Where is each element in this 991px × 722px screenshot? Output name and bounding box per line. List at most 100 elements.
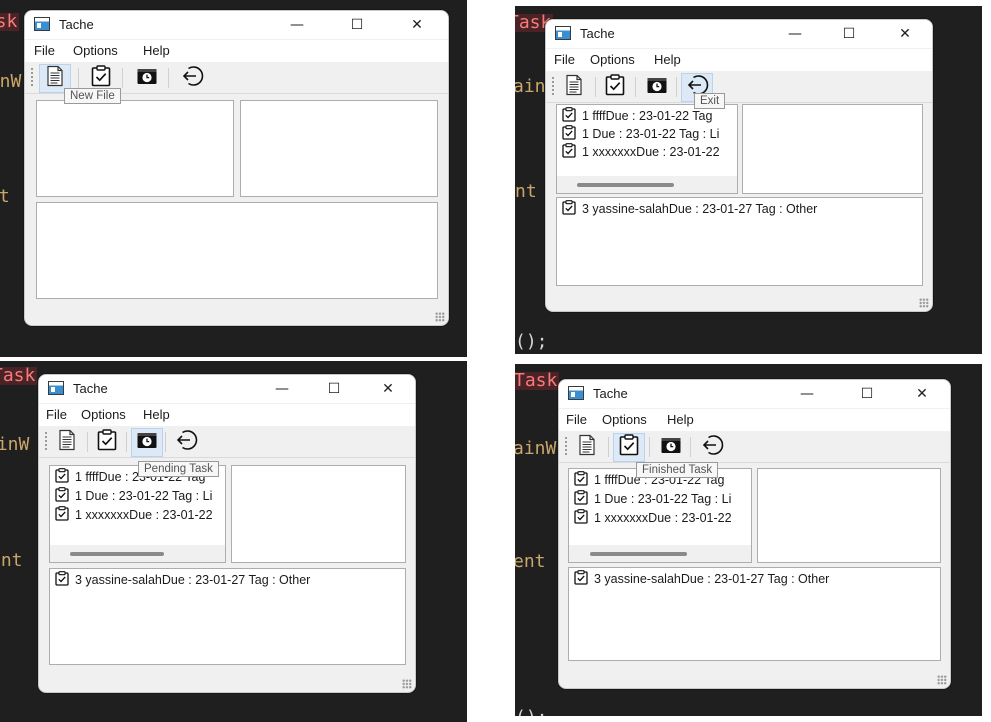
close-button[interactable]: ✕ — [899, 380, 945, 408]
new-file-button[interactable] — [571, 433, 603, 462]
document-icon — [44, 65, 66, 92]
in-progress-list[interactable] — [240, 100, 438, 197]
toolbar-separator — [649, 437, 650, 457]
menu-file[interactable]: File — [554, 52, 575, 67]
horizontal-scrollbar[interactable] — [50, 545, 225, 562]
horizontal-scrollbar[interactable] — [569, 545, 751, 562]
toolbar-handle[interactable] — [552, 77, 554, 97]
list-item[interactable]: 1 xxxxxxxDue : 23-01-22 — [55, 506, 213, 524]
todo-list[interactable]: 1 ffffDue : 23-01-22 Tag 1 Due : 23-01-2… — [49, 465, 226, 563]
code-fragment: nt — [515, 181, 537, 202]
todo-list[interactable]: 1 ffffDue : 23-01-22 Tag 1 Due : 23-01-2… — [568, 468, 752, 563]
toolbar-handle[interactable] — [31, 68, 33, 88]
scrollbar-thumb[interactable] — [590, 552, 687, 556]
menu-help[interactable]: Help — [143, 407, 170, 422]
clipboard-check-icon — [55, 571, 69, 589]
pending-task-button[interactable] — [131, 428, 163, 457]
code-fragment: ainW — [515, 438, 557, 459]
menu-help[interactable]: Help — [143, 43, 170, 58]
list-item[interactable]: 1 Due : 23-01-22 Tag : Li — [55, 487, 212, 505]
minimize-button[interactable]: — — [274, 11, 320, 39]
list-item[interactable]: 1 Due : 23-01-22 Tag : Li — [574, 490, 731, 508]
app-window-4: Tache — ☐ ✕ File Options Help 1 ffffDue … — [558, 379, 951, 689]
todo-list[interactable] — [36, 100, 234, 197]
exit-button[interactable] — [176, 64, 208, 93]
document-icon — [563, 74, 585, 101]
in-progress-list[interactable] — [742, 104, 923, 194]
app-window-3: Tache — ☐ ✕ File Options Help 1 ffffDue … — [38, 374, 416, 693]
scrollbar-thumb[interactable] — [70, 552, 164, 556]
list-item[interactable]: 3 yassine-salahDue : 23-01-27 Tag : Othe… — [562, 200, 817, 218]
menu-help[interactable]: Help — [667, 412, 694, 427]
title-bar[interactable]: Tache — ☐ ✕ — [559, 380, 950, 408]
minimize-button[interactable]: — — [259, 375, 305, 403]
menu-options[interactable]: Options — [73, 43, 118, 58]
menu-options[interactable]: Options — [81, 407, 126, 422]
list-item[interactable]: 1 ffffDue : 23-01-22 Tag — [562, 107, 712, 125]
clipboard-check-icon — [574, 490, 588, 508]
menu-file[interactable]: File — [566, 412, 587, 427]
done-list[interactable]: 3 yassine-salahDue : 23-01-27 Tag : Othe… — [568, 567, 941, 661]
list-item[interactable]: 3 yassine-salahDue : 23-01-27 Tag : Othe… — [574, 570, 829, 588]
exit-button[interactable] — [170, 428, 202, 457]
exit-arrow-icon — [174, 428, 198, 457]
menu-help[interactable]: Help — [654, 52, 681, 67]
menu-bar: File Options Help — [546, 49, 932, 71]
exit-button[interactable] — [696, 433, 728, 462]
toolbar-separator — [165, 432, 166, 452]
maximize-button[interactable]: ☐ — [844, 380, 890, 408]
resize-grip[interactable] — [937, 675, 947, 685]
resize-grip[interactable] — [435, 312, 445, 322]
pending-task-button[interactable] — [641, 73, 673, 102]
resize-grip[interactable] — [919, 298, 929, 308]
toolbar-handle[interactable] — [45, 432, 47, 452]
menu-options[interactable]: Options — [590, 52, 635, 67]
in-progress-list[interactable] — [757, 468, 941, 563]
list-item[interactable]: 1 Due : 23-01-22 Tag : Li — [562, 125, 719, 143]
title-bar[interactable]: Tache — ☐ ✕ — [39, 375, 415, 403]
list-item[interactable]: 1 xxxxxxxDue : 23-01-22 — [562, 143, 720, 161]
window-title: Tache — [580, 26, 615, 41]
new-file-button[interactable] — [558, 73, 590, 102]
list-item[interactable]: 3 yassine-salahDue : 23-01-27 Tag : Othe… — [55, 571, 310, 589]
maximize-button[interactable]: ☐ — [334, 11, 380, 39]
toolbar — [39, 426, 415, 458]
menu-bar: File Options Help — [25, 40, 448, 62]
toolbar-separator — [87, 432, 88, 452]
clipboard-check-icon — [618, 434, 640, 461]
menu-file[interactable]: File — [34, 43, 55, 58]
toolbar — [546, 71, 932, 103]
clock-box-icon — [136, 65, 158, 92]
done-list[interactable]: 3 yassine-salahDue : 23-01-27 Tag : Othe… — [556, 197, 923, 286]
pending-task-button[interactable] — [655, 433, 687, 462]
finished-task-button[interactable] — [599, 73, 631, 102]
toolbar-separator — [690, 437, 691, 457]
window-title: Tache — [73, 381, 108, 396]
todo-list[interactable]: 1 ffffDue : 23-01-22 Tag 1 Due : 23-01-2… — [556, 104, 738, 194]
list-item[interactable]: 1 xxxxxxxDue : 23-01-22 — [574, 509, 732, 527]
menu-file[interactable]: File — [46, 407, 67, 422]
finished-task-button[interactable] — [91, 428, 123, 457]
close-button[interactable]: ✕ — [394, 11, 440, 39]
toolbar-handle[interactable] — [565, 437, 567, 457]
title-bar[interactable]: Tache — ☐ ✕ — [25, 11, 448, 39]
minimize-button[interactable]: — — [772, 20, 818, 48]
pending-task-button[interactable] — [131, 64, 163, 93]
scrollbar-thumb[interactable] — [577, 183, 674, 187]
close-button[interactable]: ✕ — [365, 375, 411, 403]
done-list[interactable]: 3 yassine-salahDue : 23-01-27 Tag : Othe… — [49, 568, 406, 665]
done-list[interactable] — [36, 202, 438, 299]
toolbar-separator — [608, 437, 609, 457]
new-file-button[interactable] — [51, 428, 83, 457]
in-progress-list[interactable] — [231, 465, 406, 563]
clock-box-icon — [660, 434, 682, 461]
title-bar[interactable]: Tache — ☐ ✕ — [546, 20, 932, 48]
maximize-button[interactable]: ☐ — [826, 20, 872, 48]
maximize-button[interactable]: ☐ — [311, 375, 357, 403]
resize-grip[interactable] — [402, 679, 412, 689]
close-button[interactable]: ✕ — [882, 20, 928, 48]
horizontal-scrollbar[interactable] — [557, 176, 737, 193]
minimize-button[interactable]: — — [784, 380, 830, 408]
menu-options[interactable]: Options — [602, 412, 647, 427]
finished-task-button[interactable] — [613, 433, 645, 462]
